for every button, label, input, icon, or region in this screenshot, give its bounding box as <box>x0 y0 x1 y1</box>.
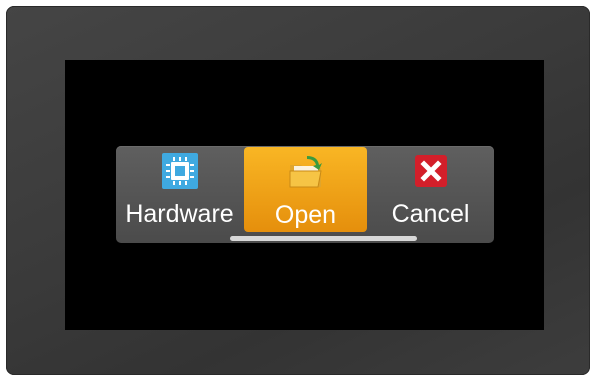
menu-item-label: Hardware <box>125 200 234 228</box>
folder-open-icon <box>289 156 322 188</box>
menu-item-label: Cancel <box>391 200 470 228</box>
menu-item-open[interactable]: Open <box>244 147 367 232</box>
horizontal-scrollbar[interactable] <box>230 236 417 241</box>
device-screen: Hardware Open Cancel <box>65 60 544 330</box>
menu-bar: Hardware Open Cancel <box>116 146 494 243</box>
menu-item-label: Open <box>274 201 337 229</box>
close-icon <box>414 155 447 187</box>
menu-item-hardware[interactable]: Hardware <box>118 146 241 234</box>
chip-icon <box>161 153 198 189</box>
menu-item-cancel[interactable]: Cancel <box>369 146 492 234</box>
